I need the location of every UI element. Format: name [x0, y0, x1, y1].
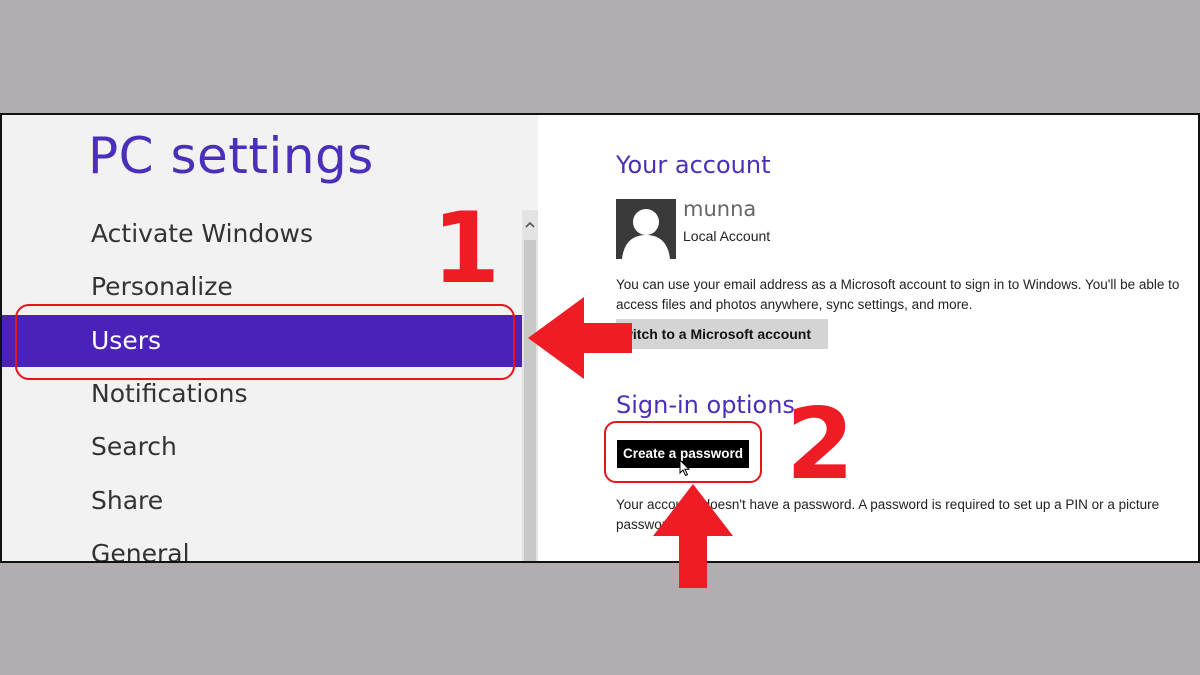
- settings-sidebar: PC settings Activate Windows Personalize…: [2, 115, 538, 561]
- your-account-heading: Your account: [616, 151, 771, 179]
- sign-in-description-part2: doesn't have a password. A password is r…: [702, 497, 1160, 512]
- switch-to-microsoft-account-button[interactable]: witch to a Microsoft account: [616, 319, 828, 349]
- account-panel: Your account munna Local Account You can…: [538, 115, 1198, 561]
- account-user-name: munna: [683, 197, 757, 221]
- sidebar-item-general[interactable]: General: [2, 528, 522, 561]
- account-type-label: Local Account: [683, 228, 771, 244]
- sidebar-item-users[interactable]: Users: [2, 315, 522, 367]
- user-avatar-icon: [616, 199, 676, 259]
- account-description: You can use your email address as a Micr…: [616, 277, 1180, 312]
- red-arrow-up-icon: [653, 484, 733, 588]
- step-1-label: 1: [432, 192, 501, 306]
- sidebar-item-notifications[interactable]: Notifications: [2, 368, 522, 420]
- chevron-up-icon[interactable]: [522, 218, 538, 234]
- sidebar-item-share[interactable]: Share: [2, 475, 522, 527]
- sidebar-item-search[interactable]: Search: [2, 421, 522, 473]
- mouse-pointer-icon: [679, 458, 691, 482]
- red-arrow-left-icon: [528, 297, 632, 379]
- scrollbar-thumb[interactable]: [524, 240, 536, 561]
- page-title: PC settings: [88, 127, 374, 185]
- step-2-label: 2: [786, 388, 855, 502]
- sign-in-options-heading: Sign-in options: [616, 391, 795, 419]
